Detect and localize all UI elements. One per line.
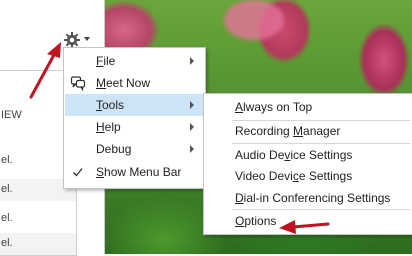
chevron-down-icon[interactable] <box>84 37 90 41</box>
menu-item-audio-device-settings[interactable]: Audio Device Settings <box>205 144 411 166</box>
menu-item-meet-now[interactable]: Meet Now <box>65 72 204 94</box>
tools-submenu: Always on Top Recording Manager Audio De… <box>203 93 412 235</box>
menu-item-options[interactable]: Options <box>205 210 411 232</box>
list-row[interactable]: el. <box>0 233 76 255</box>
meet-now-icon <box>70 76 86 91</box>
menu-item-always-on-top[interactable]: Always on Top <box>205 96 411 118</box>
menu-item-show-menu-bar[interactable]: Show Menu Bar <box>65 161 204 183</box>
menu-item-video-device-settings[interactable]: Video Device Settings <box>205 165 411 187</box>
submenu-arrow-icon <box>190 57 194 65</box>
settings-menu: File Meet Now Tools Help Debug Show Menu… <box>63 47 206 189</box>
submenu-arrow-icon <box>190 123 194 131</box>
submenu-arrow-icon <box>190 101 194 109</box>
menu-item-dial-in-conferencing-settings[interactable]: Dial-in Conferencing Settings <box>205 187 411 209</box>
menu-item-help[interactable]: Help <box>65 116 204 138</box>
tulip-blur <box>224 0 284 40</box>
menu-item-recording-manager[interactable]: Recording Manager <box>205 120 411 142</box>
list-row[interactable]: el. <box>0 208 76 230</box>
menu-item-debug[interactable]: Debug <box>65 138 204 160</box>
column-header-fragment: IEW <box>1 109 22 121</box>
checkmark-icon <box>73 168 83 177</box>
menu-item-file[interactable]: File <box>65 50 204 72</box>
menu-item-tools[interactable]: Tools <box>65 94 204 116</box>
submenu-arrow-icon <box>190 145 194 153</box>
